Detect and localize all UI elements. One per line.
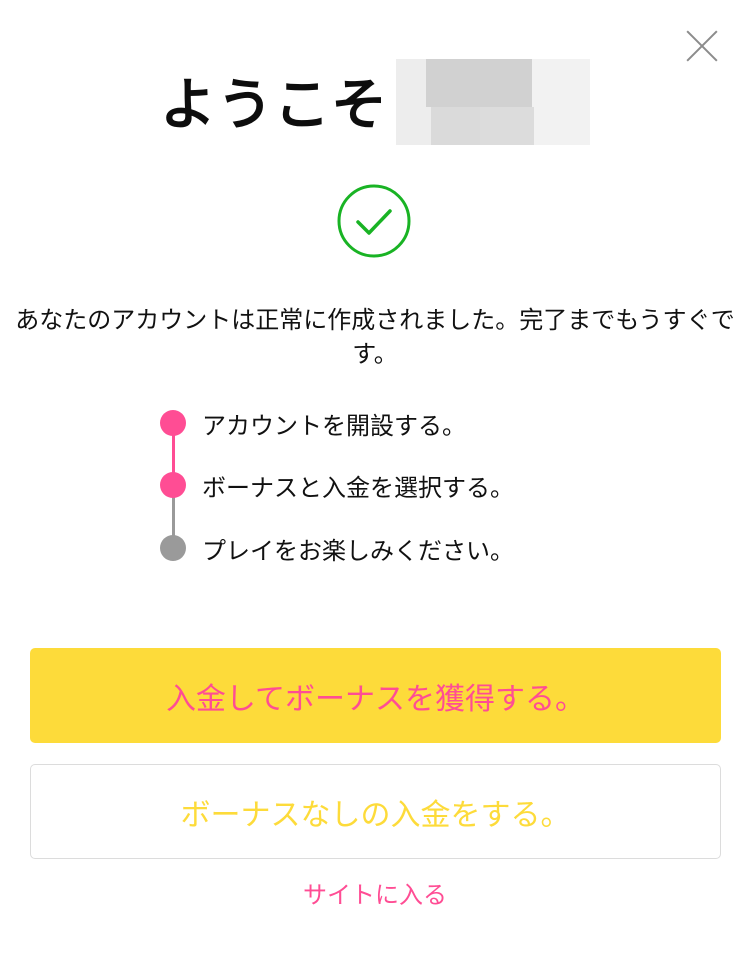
progress-steps: アカウントを開設する。 ボーナスと入金を選択する。 プレイをお楽しみください。 <box>160 402 580 572</box>
step-label: プレイをお楽しみください。 <box>202 536 514 565</box>
step-dot-icon <box>160 410 186 436</box>
account-created-message: あなたのアカウントは正常に作成されました。完了までもうすぐです。 <box>15 306 735 368</box>
step-dot-icon <box>160 472 186 498</box>
deposit-with-bonus-button[interactable]: 入金してボーナスを獲得する。 <box>30 648 721 743</box>
welcome-header: ようこそ <box>0 55 750 145</box>
enter-site-link[interactable]: サイトに入る <box>0 875 750 910</box>
deposit-without-bonus-button[interactable]: ボーナスなしの入金をする。 <box>30 764 721 859</box>
step-enjoy-play: プレイをお楽しみください。 <box>160 533 514 565</box>
check-circle-icon <box>337 184 411 258</box>
step-label: アカウントを開設する。 <box>202 411 466 440</box>
step-choose-bonus: ボーナスと入金を選択する。 <box>160 470 514 502</box>
page-title: ようこそ <box>160 72 388 138</box>
step-dot-icon <box>160 535 186 561</box>
step-open-account: アカウントを開設する。 <box>160 408 466 440</box>
username-redacted <box>396 59 590 145</box>
step-label: ボーナスと入金を選択する。 <box>202 473 514 502</box>
